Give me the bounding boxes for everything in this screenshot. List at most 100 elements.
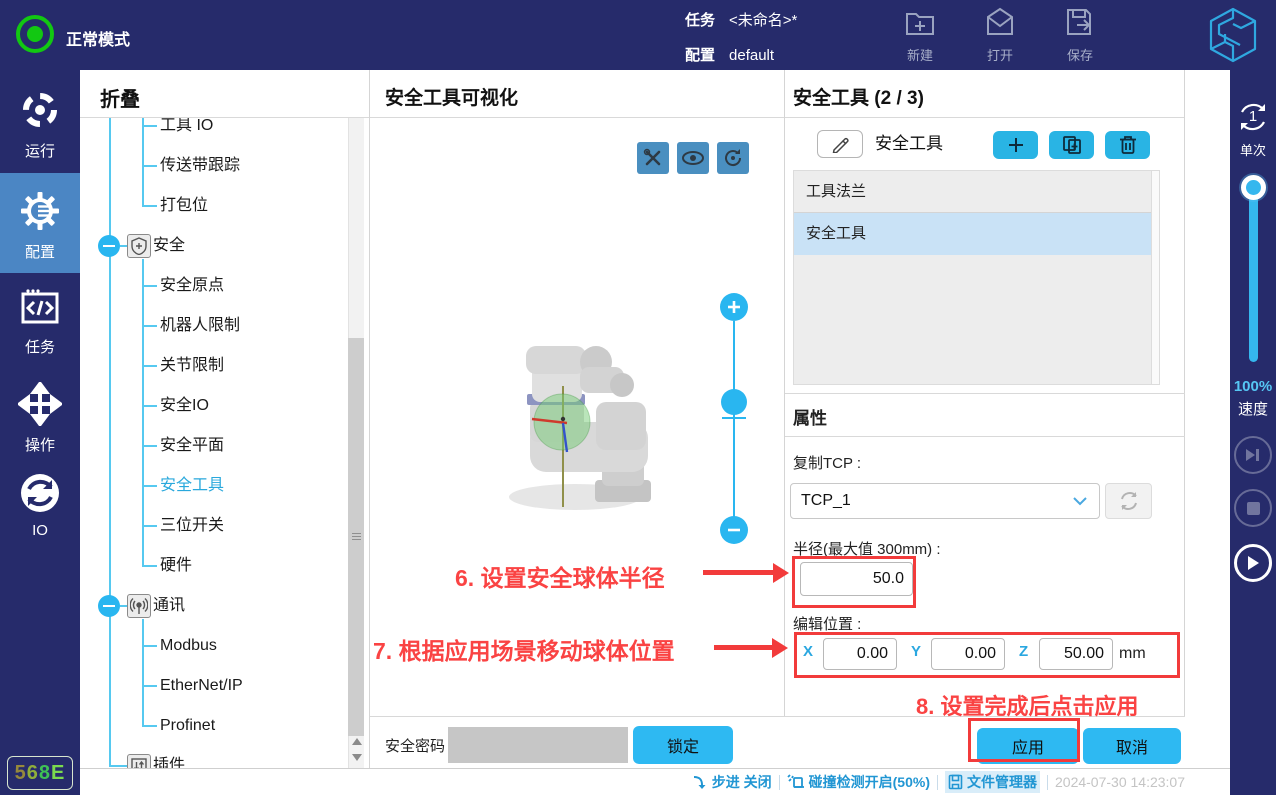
tree-item-three-position-switch[interactable]: 三位开关 (160, 511, 224, 541)
open-icon (983, 5, 1017, 39)
collision-icon (787, 774, 805, 790)
tree-item-conveyor-tracking[interactable]: 传送带跟踪 (160, 151, 240, 181)
tree-item-ethernet-ip[interactable]: EtherNet/IP (160, 671, 243, 701)
io-sync-icon (19, 472, 61, 514)
tree-item-modbus[interactable]: Modbus (160, 631, 217, 661)
run-control-rail: 1 单次 100% 速度 (1230, 70, 1276, 795)
scroll-up-icon[interactable] (352, 738, 362, 745)
badge-char: 8 (39, 762, 51, 784)
collapse-node-safety[interactable] (98, 235, 120, 257)
tree-item-safety[interactable]: 安全 (153, 231, 185, 261)
step-arrow-icon (692, 774, 708, 790)
zoom-out-button[interactable] (720, 516, 748, 544)
position-y-input[interactable] (931, 638, 1005, 670)
save-button[interactable]: 保存 (1052, 5, 1108, 64)
stop-button[interactable] (1234, 489, 1272, 527)
tree-item-safety-io[interactable]: 安全IO (160, 391, 209, 421)
tree-connector (143, 205, 157, 207)
nav-item-operate[interactable]: 操作 (0, 382, 80, 462)
list-item-safety-tool[interactable]: 安全工具 (794, 213, 1159, 255)
run-target-icon (18, 88, 62, 132)
delete-tool-button[interactable] (1105, 131, 1150, 159)
pencil-icon (831, 135, 849, 153)
tree-item-profinet[interactable]: Profinet (160, 711, 215, 741)
tree-item-hardware[interactable]: 硬件 (160, 551, 192, 581)
list-item-tool-flange[interactable]: 工具法兰 (794, 171, 1159, 213)
rename-tool-button[interactable] (817, 130, 863, 158)
tree-item-label: 打包位 (160, 197, 208, 214)
position-z-input[interactable] (1039, 638, 1113, 670)
tree-connector (143, 445, 157, 447)
nav-item-task[interactable]: 任务 (0, 288, 80, 368)
play-icon (1246, 555, 1260, 571)
add-tool-button[interactable] (993, 131, 1038, 159)
top-bar: 正常模式 任务<未命名>* 配置default 新建 打开 保存 (0, 0, 1276, 70)
chevron-down-icon (1073, 497, 1087, 506)
task-row: 任务<未命名>* (685, 9, 797, 30)
nav-item-io[interactable]: IO (0, 472, 80, 552)
tree-branch-line (142, 619, 144, 727)
antenna-icon (127, 594, 151, 618)
position-x-input[interactable] (823, 638, 897, 670)
nav-item-label: 任务 (0, 336, 80, 357)
safety-password-input[interactable] (448, 727, 628, 763)
tree-connector (111, 765, 127, 767)
tree-item-label: 硬件 (160, 557, 192, 574)
collapse-node-communication[interactable] (98, 595, 120, 617)
tree-item-safety-home[interactable]: 安全原点 (160, 271, 224, 301)
tree-item-label: 工具 IO (160, 118, 213, 134)
step-forward-button[interactable] (1234, 436, 1272, 474)
new-folder-icon (903, 5, 937, 39)
file-manager-icon (948, 774, 963, 790)
tree-scrollbar-thumb[interactable] (348, 338, 364, 736)
collision-label: 碰撞检测开启(50%) (809, 772, 930, 792)
x-axis-label: X (803, 643, 813, 660)
zoom-slider-track[interactable] (733, 321, 735, 517)
tree-item-label: Modbus (160, 637, 217, 654)
config-row: 配置default (685, 44, 774, 65)
cancel-button[interactable]: 取消 (1083, 728, 1181, 764)
new-button[interactable]: 新建 (892, 5, 948, 64)
nav-item-config[interactable]: 配置 (0, 173, 80, 273)
apply-button[interactable]: 应用 (977, 728, 1079, 764)
file-manager-link[interactable]: 文件管理器 (945, 771, 1040, 793)
new-button-label: 新建 (892, 45, 948, 64)
cycle-once-button[interactable]: 1 (1234, 98, 1272, 136)
tool-list-scrollbar[interactable] (1151, 171, 1159, 384)
tree-item-joint-limits[interactable]: 关节限制 (160, 351, 224, 381)
speed-slider-track[interactable] (1249, 190, 1258, 362)
task-value: <未命名>* (729, 12, 797, 29)
play-button[interactable] (1234, 544, 1272, 582)
robot-3d-view[interactable] (370, 70, 784, 716)
tree-item-packing-position[interactable]: 打包位 (160, 191, 208, 221)
cycle-count: 1 (1234, 108, 1272, 125)
safety-password-label: 安全密码 : (385, 735, 453, 756)
tree-panel-title[interactable]: 折叠 (80, 70, 369, 118)
tree-item-safety-plane[interactable]: 安全平面 (160, 431, 224, 461)
speed-slider-handle[interactable] (1241, 175, 1266, 200)
collision-detection-status[interactable]: 碰撞检测开启(50%) (787, 772, 930, 792)
plus-icon (726, 299, 742, 315)
tree-branch-line (142, 118, 144, 207)
zoom-slider-handle[interactable] (721, 389, 747, 415)
tree-item-plugin[interactable]: 插件 (153, 751, 185, 768)
tree-connector (143, 125, 157, 127)
zoom-in-button[interactable] (720, 293, 748, 321)
tree-item-tool-io[interactable]: 工具 IO (160, 118, 213, 141)
list-item-label: 安全工具 (806, 225, 866, 242)
scroll-down-icon[interactable] (352, 754, 362, 761)
tree-item-communication[interactable]: 通讯 (153, 591, 185, 621)
tree-item-label: 关节限制 (160, 357, 224, 374)
lock-button[interactable]: 锁定 (633, 726, 733, 764)
tree-item-safety-tool[interactable]: 安全工具 (160, 471, 224, 501)
copy-tool-button[interactable] (1049, 131, 1094, 159)
safety-tool-panel-title: 安全工具 (2 / 3) (785, 70, 1184, 118)
radius-input[interactable] (800, 562, 913, 596)
step-mode-status[interactable]: 步进 关闭 (692, 772, 772, 792)
tcp-select[interactable]: TCP_1 (790, 483, 1100, 519)
tree-item-robot-limits[interactable]: 机器人限制 (160, 311, 240, 341)
open-button[interactable]: 打开 (972, 5, 1028, 64)
tree-item-label: Profinet (160, 717, 215, 734)
nav-item-run[interactable]: 运行 (0, 82, 80, 172)
refresh-tcp-button[interactable] (1105, 483, 1152, 519)
